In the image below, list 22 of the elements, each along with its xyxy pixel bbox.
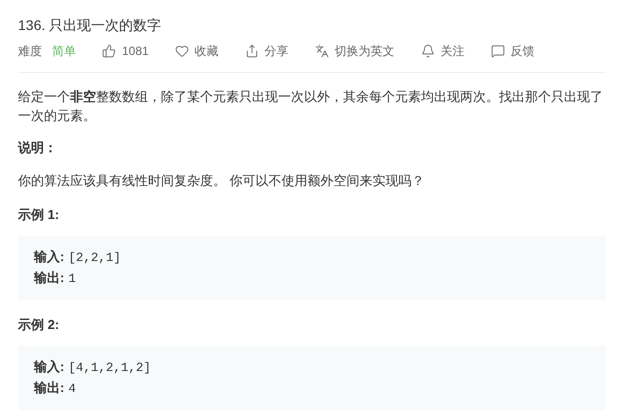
like-button[interactable]: 1081 xyxy=(102,44,149,58)
translate-button[interactable]: 切换为英文 xyxy=(314,42,395,60)
share-button[interactable]: 分享 xyxy=(244,42,289,60)
example-label: 输出: xyxy=(34,379,64,397)
example-heading: 示例 1: xyxy=(18,206,60,224)
difficulty-label: 难度 xyxy=(18,42,42,60)
example-heading: 示例 2: xyxy=(18,316,60,334)
example-label: 输入: xyxy=(34,358,64,376)
problem-description: 给定一个非空整数数组，除了某个元素只出现一次以外，其余每个元素均出现两次。找出那个只出现了一次的元素。 xyxy=(18,88,604,125)
feedback-button[interactable]: 反馈 xyxy=(490,42,535,60)
example-label: 输入: xyxy=(34,248,64,266)
example-value: 4 xyxy=(68,381,76,398)
example-label: 输出: xyxy=(34,269,64,287)
follow-button[interactable]: 关注 xyxy=(420,42,465,60)
example-value: 1 xyxy=(68,271,76,288)
difficulty-value: 简单 xyxy=(52,42,76,60)
example-value: [4,1,2,1,2] xyxy=(68,360,151,377)
problem-title: 136. 只出现一次的数字 xyxy=(18,16,162,35)
note-text: 你的算法应该具有线性时间复杂度。 你可以不使用额外空间来实现吗？ xyxy=(18,172,426,190)
favorite-button[interactable]: 收藏 xyxy=(174,42,219,60)
note-heading: 说明： xyxy=(18,139,58,157)
example-value: [2,2,1] xyxy=(68,250,121,267)
